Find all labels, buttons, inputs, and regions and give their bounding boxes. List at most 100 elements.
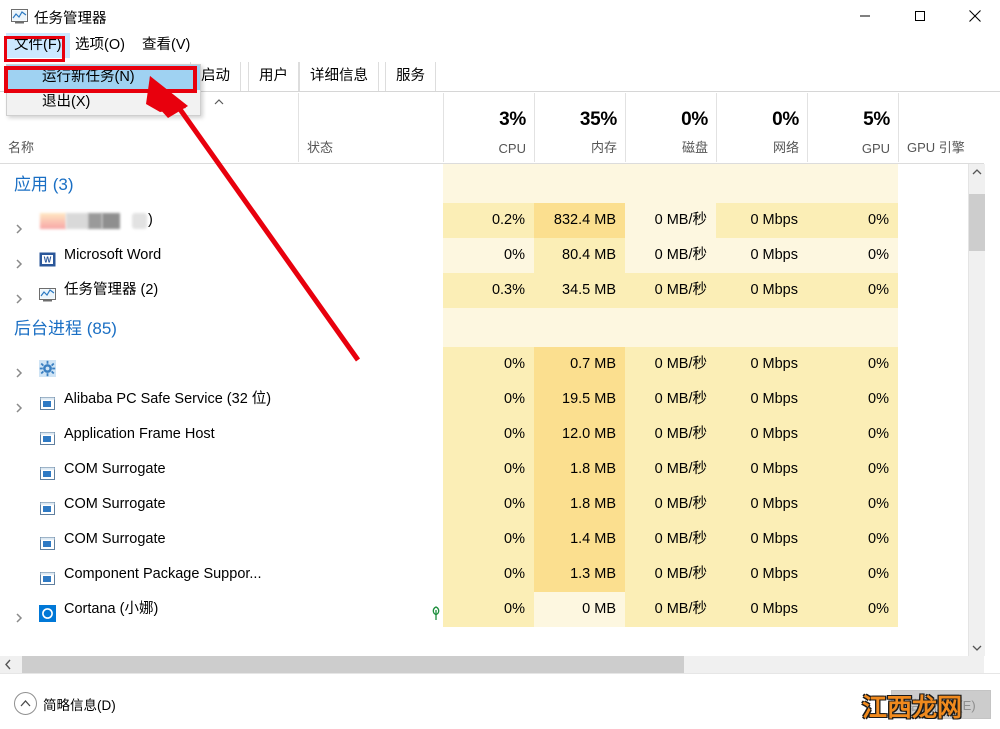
table-row[interactable]: Cortana (小娜) 0% 0 MB 0 MB/秒 0 Mbps 0% <box>0 592 984 627</box>
tab-users[interactable]: 用户 <box>248 62 299 91</box>
table-row[interactable]: 任务管理器 (2) 0.3% 34.5 MB 0 MB/秒 0 Mbps 0% <box>0 273 984 308</box>
table-row[interactable]: COM Surrogate 0% 1.8 MB 0 MB/秒 0 Mbps 0% <box>0 452 984 487</box>
group-spacer-cpu <box>443 308 534 347</box>
group-spacer-gpu <box>807 164 898 203</box>
column-header-memory[interactable]: 35% 内存 <box>534 93 625 162</box>
generic-process-icon <box>39 496 56 515</box>
table-cell-name[interactable]: COM Surrogate <box>0 452 298 487</box>
table-row[interactable]: 0% 0.7 MB 0 MB/秒 0 Mbps 0% <box>0 347 984 382</box>
process-name-label: 任务管理器 (2) <box>64 282 159 298</box>
table-cell-network: 0 Mbps <box>716 203 807 238</box>
expand-chevron-icon[interactable] <box>13 214 25 234</box>
table-cell-name[interactable]: Alibaba PC Safe Service (32 位) <box>0 382 298 417</box>
group-spacer-disk <box>625 164 716 203</box>
tab-services[interactable]: 服务 <box>385 62 436 91</box>
table-cell-name[interactable]: Cortana (小娜) <box>0 592 298 627</box>
column-header-disk[interactable]: 0% 磁盘 <box>625 93 716 162</box>
table-row[interactable]: ) 0.2% 832.4 MB 0 MB/秒 0 Mbps 0% <box>0 203 984 238</box>
minimize-button[interactable] <box>842 0 888 32</box>
group-spacer-net <box>716 164 807 203</box>
table-cell-disk: 0 MB/秒 <box>625 592 716 627</box>
table-cell-gpu: 0% <box>807 347 898 382</box>
table-cell-name[interactable]: ) <box>0 203 298 238</box>
vertical-scrollbar[interactable] <box>968 164 985 656</box>
table-cell-gpu: 0% <box>807 592 898 627</box>
table-cell-status <box>298 238 443 273</box>
column-header-cpu[interactable]: 3% CPU <box>443 93 534 162</box>
scrollbar-corner <box>968 656 984 673</box>
table-cell-name[interactable]: Component Package Suppor... <box>0 557 298 592</box>
group-spacer-disk <box>625 308 716 347</box>
table-cell-name[interactable]: Application Frame Host <box>0 417 298 452</box>
scroll-up-icon[interactable] <box>969 164 985 181</box>
menu-item-run-new-task[interactable]: 运行新任务(N) <box>7 65 200 90</box>
cortana-icon <box>39 601 56 622</box>
column-header-status[interactable]: 状态 <box>298 93 443 162</box>
expand-chevron-icon[interactable] <box>13 284 25 304</box>
table-cell-disk: 0 MB/秒 <box>625 238 716 273</box>
expand-chevron-icon[interactable] <box>13 603 25 623</box>
table-cell-cpu: 0% <box>443 238 534 273</box>
table-row[interactable]: Alibaba PC Safe Service (32 位) 0% 19.5 MB 0… <box>0 382 984 417</box>
menu-item-exit[interactable]: 退出(X) <box>7 90 200 115</box>
generic-process-icon <box>39 566 56 585</box>
table-cell-network: 0 Mbps <box>716 238 807 273</box>
chevron-up-icon <box>14 692 37 715</box>
group-spacer-mem <box>534 308 625 347</box>
table-cell-memory: 0 MB <box>534 592 625 627</box>
table-cell-status <box>298 452 443 487</box>
end-task-button[interactable]: 结束任务(E) <box>891 690 991 719</box>
table-cell-gpu: 0% <box>807 557 898 592</box>
table-cell-cpu: 0% <box>443 487 534 522</box>
table-cell-status <box>298 487 443 522</box>
table-cell-cpu: 0% <box>443 557 534 592</box>
column-header-gpu-engine[interactable]: GPU 引擎 <box>898 93 984 162</box>
table-cell-network: 0 Mbps <box>716 347 807 382</box>
menu-options[interactable]: 选项(O) <box>67 33 133 58</box>
tab-details[interactable]: 详细信息 <box>299 62 379 91</box>
table-cell-network: 0 Mbps <box>716 592 807 627</box>
table-cell-memory: 1.4 MB <box>534 522 625 557</box>
table-row[interactable]: COM Surrogate 0% 1.4 MB 0 MB/秒 0 Mbps 0% <box>0 522 984 557</box>
disk-total-value: 0% <box>681 109 708 130</box>
table-row[interactable]: W Microsoft Word 0% 80.4 MB 0 MB/秒 0 Mbps 0% <box>0 238 984 273</box>
expand-chevron-icon[interactable] <box>13 358 25 378</box>
group-spacer-gpu <box>807 308 898 347</box>
table-cell-name[interactable]: COM Surrogate <box>0 522 298 557</box>
process-name-label: Cortana (小娜) <box>64 601 159 617</box>
table-cell-gpu: 0% <box>807 417 898 452</box>
generic-process-icon <box>39 461 56 480</box>
column-header-gpu[interactable]: 5% GPU <box>807 93 898 162</box>
table-cell-status <box>298 203 443 238</box>
table-cell-name[interactable]: 任务管理器 (2) <box>0 273 298 308</box>
column-header-name-label: 名称 <box>8 140 35 155</box>
horizontal-scrollbar[interactable] <box>0 656 984 673</box>
table-cell-network: 0 Mbps <box>716 487 807 522</box>
maximize-button[interactable] <box>897 0 943 32</box>
table-cell-cpu: 0.2% <box>443 203 534 238</box>
table-cell-name[interactable]: W Microsoft Word <box>0 238 298 273</box>
table-cell-memory: 80.4 MB <box>534 238 625 273</box>
table-cell-name[interactable] <box>0 347 298 382</box>
column-header-network[interactable]: 0% 网络 <box>716 93 807 162</box>
scroll-left-icon[interactable] <box>0 656 17 673</box>
table-cell-network: 0 Mbps <box>716 557 807 592</box>
table-cell-name[interactable]: COM Surrogate <box>0 487 298 522</box>
sort-ascending-icon <box>213 95 225 109</box>
close-button[interactable] <box>952 0 998 32</box>
table-cell-status <box>298 382 443 417</box>
table-row[interactable]: Application Frame Host 0% 12.0 MB 0 MB/秒 0 M… <box>0 417 984 452</box>
horizontal-scroll-thumb[interactable] <box>22 656 684 673</box>
scroll-down-icon[interactable] <box>969 639 985 656</box>
table-row[interactable]: Component Package Suppor... 0% 1.3 MB 0 MB/… <box>0 557 984 592</box>
generic-process-icon <box>39 391 56 410</box>
table-row[interactable]: COM Surrogate 0% 1.8 MB 0 MB/秒 0 Mbps 0% <box>0 487 984 522</box>
vertical-scroll-thumb[interactable] <box>969 194 985 251</box>
table-cell-status <box>298 273 443 308</box>
expand-chevron-icon[interactable] <box>13 393 25 413</box>
table-cell-gpu: 0% <box>807 203 898 238</box>
menu-file[interactable]: 文件(F) <box>6 33 70 58</box>
column-header-gpu-label: GPU <box>861 141 890 156</box>
menu-view[interactable]: 查看(V) <box>134 33 198 58</box>
expand-chevron-icon[interactable] <box>13 249 25 269</box>
